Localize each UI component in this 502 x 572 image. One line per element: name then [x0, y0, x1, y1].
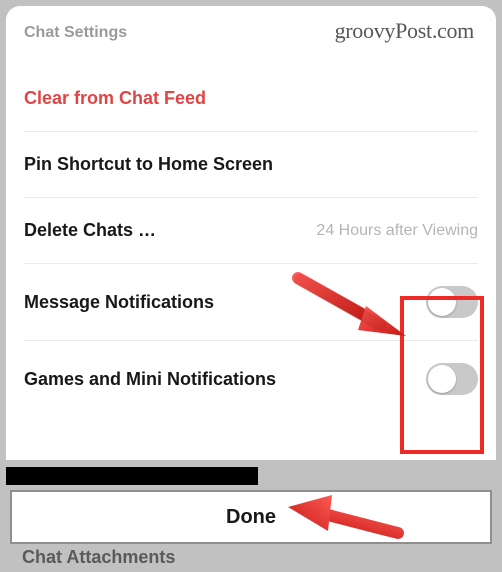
item-pin-shortcut[interactable]: Pin Shortcut to Home Screen: [24, 132, 478, 198]
item-message-notifications-label: Message Notifications: [24, 292, 214, 313]
item-delete-chats-label: Delete Chats …: [24, 220, 156, 241]
watermark: groovyPost.com: [335, 18, 474, 44]
item-games-notifications-label: Games and Mini Notifications: [24, 369, 276, 390]
chat-settings-panel: Chat Settings groovyPost.com Clear from …: [6, 6, 496, 460]
done-button[interactable]: Done: [10, 490, 492, 544]
redaction-bar: [6, 467, 258, 485]
item-pin-shortcut-label: Pin Shortcut to Home Screen: [24, 154, 273, 175]
item-clear-feed[interactable]: Clear from Chat Feed: [24, 66, 478, 132]
message-notifications-toggle[interactable]: [426, 286, 478, 318]
item-message-notifications: Message Notifications: [24, 264, 478, 341]
item-clear-feed-label: Clear from Chat Feed: [24, 88, 206, 109]
item-delete-chats[interactable]: Delete Chats … 24 Hours after Viewing: [24, 198, 478, 264]
item-games-notifications: Games and Mini Notifications: [24, 341, 478, 417]
peek-item-chat-attachments: Chat Attachments: [22, 547, 175, 568]
games-notifications-toggle[interactable]: [426, 363, 478, 395]
item-delete-chats-value: 24 Hours after Viewing: [316, 222, 478, 240]
done-button-label: Done: [226, 506, 276, 529]
